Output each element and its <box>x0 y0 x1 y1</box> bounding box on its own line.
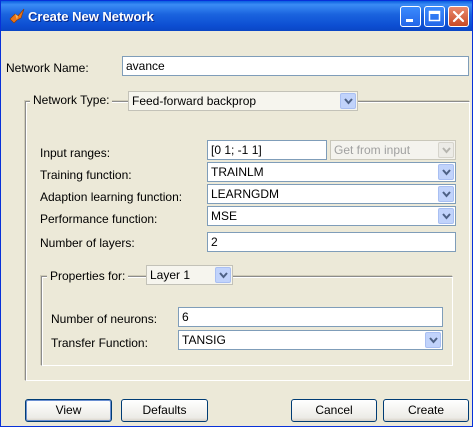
performance-function-value: MSE <box>211 209 238 223</box>
chevron-down-icon <box>442 191 451 198</box>
network-type-dropdown-button[interactable] <box>340 93 356 109</box>
view-button[interactable]: View <box>25 399 112 422</box>
number-of-layers-input[interactable]: 2 <box>207 232 456 252</box>
chevron-down-icon <box>219 272 228 279</box>
cancel-button[interactable]: Cancel <box>291 399 377 422</box>
title-bar[interactable]: Create New Network <box>1 1 472 31</box>
maximize-button[interactable] <box>424 6 445 27</box>
adaption-function-value: LEARNGDM <box>211 187 280 201</box>
performance-function-dropdown-button[interactable] <box>438 208 454 224</box>
performance-function-label: Performance function: <box>40 212 158 226</box>
input-ranges-input[interactable]: [0 1; -1 1] <box>207 140 327 160</box>
number-of-neurons-input[interactable]: 6 <box>178 307 443 327</box>
get-from-input-select: Get from input <box>330 140 456 160</box>
defaults-button[interactable]: Defaults <box>121 399 208 422</box>
create-button[interactable]: Create <box>383 399 469 422</box>
properties-for-label: Properties for: <box>47 269 129 283</box>
training-function-value: TRAINLM <box>211 165 264 179</box>
adaption-function-label: Adaption learning function: <box>40 190 183 204</box>
network-name-label: Network Name: <box>6 61 89 75</box>
chevron-down-icon <box>442 169 451 176</box>
training-function-dropdown-button[interactable] <box>438 164 454 180</box>
network-name-input[interactable]: avance <box>122 56 469 76</box>
minimize-icon <box>406 19 413 22</box>
close-icon <box>452 10 465 23</box>
transfer-function-select[interactable]: TANSIG <box>178 330 443 350</box>
network-type-value: Feed-forward backprop <box>132 94 257 108</box>
transfer-function-dropdown-button[interactable] <box>425 332 441 348</box>
transfer-function-value: TANSIG <box>182 333 226 347</box>
transfer-function-label: Transfer Function: <box>51 336 148 350</box>
chevron-down-icon <box>442 147 451 154</box>
adaption-function-select[interactable]: LEARNGDM <box>207 184 456 204</box>
chevron-down-icon <box>429 337 438 344</box>
network-type-select[interactable]: Feed-forward backprop <box>128 91 358 111</box>
window-title: Create New Network <box>28 9 154 24</box>
get-from-input-value: Get from input <box>334 143 411 157</box>
get-from-input-dropdown-button <box>438 142 454 158</box>
minimize-button[interactable] <box>400 6 421 27</box>
number-of-layers-label: Number of layers: <box>40 236 135 250</box>
number-of-neurons-label: Number of neurons: <box>51 312 158 326</box>
matlab-logo-icon <box>9 8 25 24</box>
create-network-dialog: Create New Network Network Name: avance … <box>0 0 473 427</box>
training-function-label: Training function: <box>40 168 132 182</box>
network-type-label: Network Type: <box>30 93 113 107</box>
layer-value: Layer 1 <box>150 268 191 282</box>
chevron-down-icon <box>442 213 451 220</box>
layer-select[interactable]: Layer 1 <box>146 265 233 285</box>
input-ranges-label: Input ranges: <box>40 146 111 160</box>
adaption-function-dropdown-button[interactable] <box>438 186 454 202</box>
training-function-select[interactable]: TRAINLM <box>207 162 456 182</box>
layer-dropdown-button[interactable] <box>215 267 231 283</box>
performance-function-select[interactable]: MSE <box>207 206 456 226</box>
close-button[interactable] <box>448 6 469 27</box>
maximize-icon <box>428 10 441 22</box>
chevron-down-icon <box>344 98 353 105</box>
